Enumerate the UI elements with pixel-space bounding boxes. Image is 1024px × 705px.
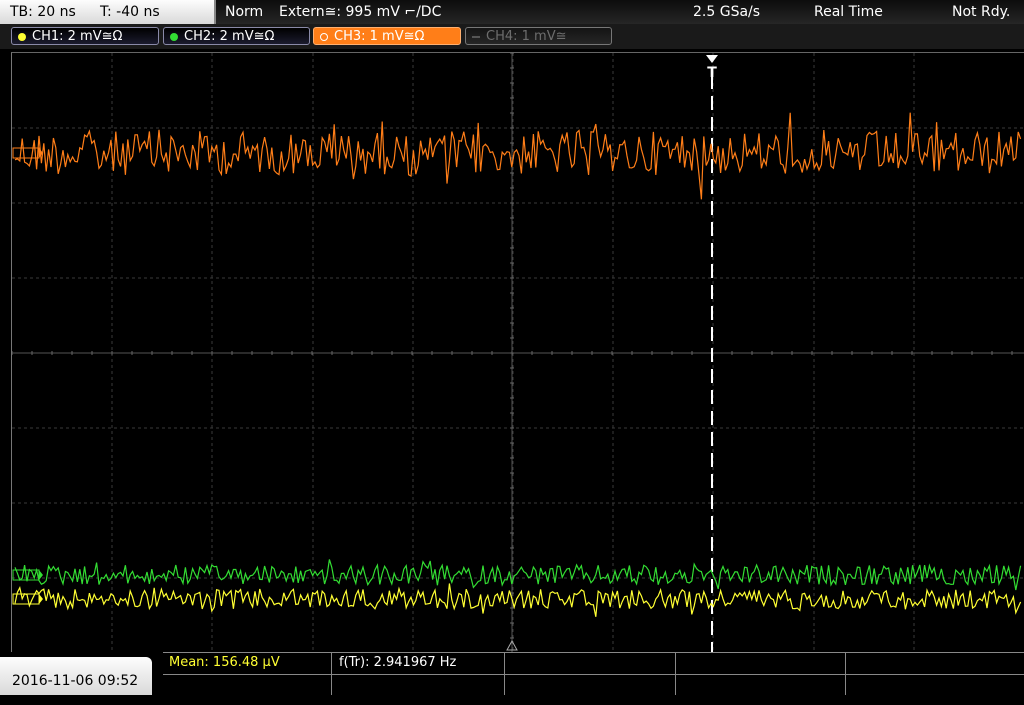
channel-tab-ch1[interactable]: CH1: 2 mV≅Ω bbox=[11, 27, 159, 45]
channel-label: CH1: 2 mV≅Ω bbox=[32, 29, 123, 44]
channel-bar: CH1: 2 mV≅Ω CH2: 2 mV≅Ω CH3: 1 mV≅Ω CH4:… bbox=[0, 24, 1024, 49]
mean-measurement[interactable]: Mean: 156.48 µV bbox=[169, 654, 280, 672]
channel-tab-ch4[interactable]: CH4: 1 mV≅ bbox=[465, 27, 612, 45]
ch2-indicator-icon bbox=[170, 33, 178, 41]
measurement-cell[interactable] bbox=[505, 653, 676, 674]
ch3-indicator-icon bbox=[320, 33, 328, 41]
frequency-measurement[interactable]: f(Tr): 2.941967 Hz bbox=[339, 654, 456, 672]
ch3-offset-marker-icon[interactable] bbox=[12, 147, 43, 159]
channel-label: CH2: 2 mV≅Ω bbox=[184, 29, 275, 44]
timebase-readout[interactable]: TB: 20 ns bbox=[10, 0, 76, 24]
trigger-mode[interactable]: Norm bbox=[225, 0, 263, 24]
measurement-cell[interactable] bbox=[505, 674, 676, 695]
measurement-cell[interactable] bbox=[846, 653, 1024, 674]
ch2-waveform bbox=[14, 559, 1022, 591]
acquisition-status: Not Rdy. bbox=[952, 4, 1011, 20]
ch1-indicator-icon bbox=[18, 33, 26, 41]
sample-rate: 2.5 GSa/s bbox=[693, 4, 761, 20]
trigger-time-readout[interactable]: T: -40 ns bbox=[100, 0, 160, 24]
graticule bbox=[12, 53, 1024, 652]
measurement-cell[interactable] bbox=[163, 674, 332, 695]
measurement-cell[interactable] bbox=[676, 653, 846, 674]
datetime-display: 2016-11-06 09:52 bbox=[0, 657, 152, 695]
trigger-marker-label: T bbox=[707, 65, 717, 81]
waveform-canvas[interactable]: T bbox=[12, 53, 1024, 652]
channel-tab-ch2[interactable]: CH2: 2 mV≅Ω bbox=[163, 27, 310, 45]
waveform-display[interactable]: T bbox=[11, 52, 1024, 652]
channel-label: CH3: 1 mV≅Ω bbox=[334, 29, 425, 44]
measurement-cell[interactable] bbox=[332, 674, 505, 695]
measurement-bar: 2016-11-06 09:52 Mean: 156.48 µV f(Tr): … bbox=[0, 652, 1024, 696]
ch4-off-icon bbox=[472, 36, 480, 38]
ch3-waveform bbox=[14, 112, 1022, 200]
channel-label: CH4: 1 mV≅ bbox=[486, 29, 567, 44]
measurement-cell[interactable] bbox=[846, 674, 1024, 695]
status-bar: TB: 20 ns T: -40 ns Norm Extern≅: 995 mV… bbox=[0, 0, 1024, 24]
measurement-cell[interactable] bbox=[676, 674, 846, 695]
timebase-panel[interactable]: TB: 20 ns T: -40 ns bbox=[0, 0, 216, 24]
trigger-panel[interactable]: Norm Extern≅: 995 mV ⌐/DC 2.5 GSa/s Real… bbox=[216, 0, 1024, 24]
measurement-table[interactable]: Mean: 156.48 µV f(Tr): 2.941967 Hz bbox=[163, 652, 1024, 696]
trigger-source[interactable]: Extern≅: 995 mV ⌐/DC bbox=[279, 0, 441, 24]
acquisition-mode[interactable]: Real Time bbox=[814, 0, 883, 24]
ch1-waveform bbox=[14, 583, 1022, 617]
channel-tab-ch3[interactable]: CH3: 1 mV≅Ω bbox=[313, 27, 461, 45]
trigger-marker-icon[interactable]: T bbox=[706, 55, 718, 81]
